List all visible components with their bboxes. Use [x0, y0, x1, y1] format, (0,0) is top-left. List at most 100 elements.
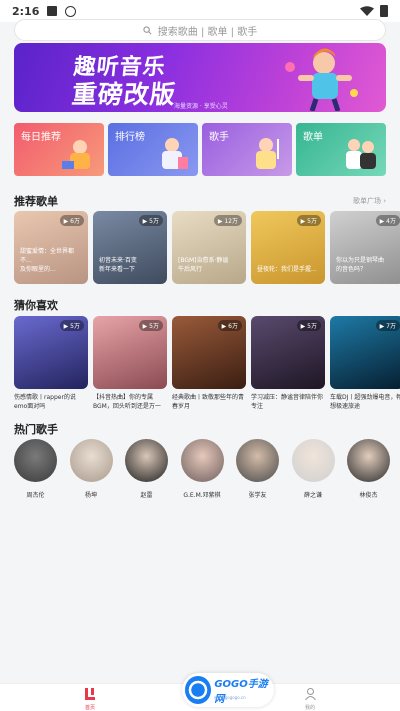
playlist-title: 昼夜轮：我们是手握...	[257, 266, 317, 273]
singer-item[interactable]: 杨坤	[69, 439, 113, 499]
playlist-card[interactable]: ▶ 6万 经典歌曲丨致敬那些年的青春岁月	[172, 316, 246, 411]
play-count: ▶ 4万	[375, 215, 400, 226]
play-count: ▶ 12万	[213, 215, 242, 226]
playlist-card[interactable]: ▶ 5万 伤感情歌丨rapper的说emo面对吗	[14, 316, 88, 411]
home-icon	[85, 688, 95, 700]
playlist-title: 伤感情歌丨rapper的说emo面对吗	[14, 394, 76, 410]
singer-item[interactable]: 赵雷	[125, 439, 168, 499]
category-label: 歌单	[303, 132, 323, 143]
playlist-subtitle: 午后风行	[178, 266, 203, 273]
playlist-card[interactable]: ▶ 7万 车载DJ丨超强劲爆电音，畅想极速旅途	[330, 316, 400, 411]
playlist-cover: ▶ 6万	[172, 316, 246, 389]
play-count: ▶ 5万	[59, 320, 84, 331]
notification-icon	[47, 6, 58, 16]
singer-name: 张学友	[248, 492, 267, 499]
banner-subtitle: 海量资源 · 享受心灵	[174, 103, 228, 110]
playlist-card[interactable]: ▶ 5万 昼夜轮：我们是手握...	[251, 211, 325, 284]
play-count: ▶ 5万	[138, 215, 163, 226]
playlist-cover: ▶ 5万	[14, 316, 88, 389]
user-icon	[304, 688, 316, 701]
search-input[interactable]: 搜索歌曲 | 歌单 | 歌手	[14, 19, 386, 41]
singer-item[interactable]: 张学友	[236, 439, 279, 499]
playlist-title: 你以为只是钢琴曲	[336, 257, 385, 264]
promo-banner[interactable]: 趣听音乐 重磅改版 海量资源 · 享受心灵	[14, 43, 386, 112]
wifi-icon	[360, 6, 374, 16]
playlist-card[interactable]: ▶ 6万 甜蜜爱情：全世界都不... 及你眼里的...	[14, 211, 88, 284]
avatar	[125, 439, 168, 482]
watermark-text: GOGO手游网	[214, 679, 268, 705]
playlist-cover: ▶ 5万 初音未来·百变 新年来看一下	[93, 211, 167, 284]
category-daily-recommend[interactable]: 每日推荐	[14, 123, 104, 176]
playlists-illustration	[346, 139, 376, 169]
playlist-title: 车载DJ丨超强劲爆电音，畅想极速旅途	[330, 394, 400, 410]
nav-mine[interactable]: 我的	[295, 688, 325, 711]
play-count: ▶ 7万	[375, 320, 400, 331]
singer-name: 周杰伦	[26, 492, 45, 499]
playlist-title: 甜蜜爱情：全世界都不...	[20, 248, 75, 264]
playlist-card[interactable]: ▶ 5万 初音未来·百变 新年来看一下	[93, 211, 167, 284]
search-icon	[143, 25, 152, 34]
watermark-url: www.gogogo.cn	[214, 695, 246, 700]
playlist-cover: ▶ 5万 昼夜轮：我们是手握...	[251, 211, 325, 284]
avatar	[180, 439, 224, 482]
singer-name: G.E.M.邓紫棋	[183, 492, 221, 499]
singer-item[interactable]: 林俊杰	[347, 439, 390, 499]
singers-illustration	[256, 138, 279, 169]
avatar	[236, 439, 279, 482]
singer-item[interactable]: G.E.M.邓紫棋	[180, 439, 224, 499]
avatar	[291, 439, 335, 482]
playlist-subtitle: 及你眼里的...	[20, 266, 56, 273]
app-status-icon	[65, 5, 77, 17]
play-count: ▶ 5万	[296, 320, 321, 331]
recommended-section-title: 推荐歌单	[14, 195, 58, 208]
banner-character-illustration	[285, 48, 358, 111]
playlist-title: 经典歌曲丨致敬那些年的青春岁月	[172, 394, 245, 410]
daily-illustration	[62, 140, 90, 169]
avatar	[14, 439, 57, 482]
playlist-cover: ▶ 6万 甜蜜爱情：全世界都不... 及你眼里的...	[14, 211, 88, 284]
playlist-square-link[interactable]: 歌单广场 ›	[353, 196, 386, 206]
playlist-cover: ▶ 5万	[93, 316, 167, 389]
playlist-cover: ▶ 4万 你以为只是钢琴曲 的音色吗？	[330, 211, 400, 284]
singer-name: 杨坤	[84, 492, 97, 499]
singer-row: 周杰伦 杨坤 赵雷 G.E.M.邓紫棋 张学友 薛之谦 林俊杰	[14, 439, 390, 499]
playlist-title: [BGM]治愈系·静谧	[178, 257, 229, 264]
category-label: 每日推荐	[21, 132, 61, 143]
search-placeholder: 搜索歌曲 | 歌单 | 歌手	[157, 26, 258, 38]
nav-home[interactable]: 首页	[75, 688, 105, 711]
playlist-title: 初音未来·百变	[99, 257, 137, 264]
play-count: ▶ 5万	[138, 320, 163, 331]
playlist-cover: ▶ 5万	[251, 316, 325, 389]
playlist-subtitle: 的音色吗？	[336, 266, 367, 273]
play-count: ▶ 6万	[59, 215, 84, 226]
guess-playlist-row: ▶ 5万 伤感情歌丨rapper的说emo面对吗 ▶ 5万 【抖音热曲】你的专属…	[14, 316, 400, 411]
singer-name: 林俊杰	[359, 492, 378, 499]
playlist-card[interactable]: ▶ 5万 学习减压：静谧音律陪伴你专注	[251, 316, 325, 411]
singer-name: 薛之谦	[303, 492, 322, 499]
play-count: ▶ 5万	[296, 215, 321, 226]
recommended-playlist-row: ▶ 6万 甜蜜爱情：全世界都不... 及你眼里的... ▶ 5万 初音未来·百变新…	[14, 211, 400, 284]
avatar	[69, 439, 113, 482]
play-count: ▶ 6万	[217, 320, 242, 331]
category-singers[interactable]: 歌手	[202, 123, 292, 176]
category-row: 每日推荐 排行榜 歌手 歌单	[14, 123, 386, 176]
singer-name: 赵雷	[140, 492, 153, 499]
category-playlists[interactable]: 歌单	[296, 123, 386, 176]
playlist-title: 【抖音热曲】你的专属BGM，回头听到还是万一	[93, 394, 161, 410]
playlist-card[interactable]: ▶ 5万 【抖音热曲】你的专属BGM，回头听到还是万一	[93, 316, 167, 411]
battery-icon	[380, 5, 388, 17]
singers-section-title: 热门歌手	[14, 423, 58, 436]
charts-illustration	[162, 138, 188, 169]
nav-home-label: 首页	[84, 705, 95, 711]
site-watermark-logo: GOGO手游网 www.gogogo.cn	[182, 673, 274, 707]
category-charts[interactable]: 排行榜	[108, 123, 198, 176]
guess-section-title: 猜你喜欢	[14, 299, 58, 312]
status-time: 2:16	[12, 4, 40, 18]
playlist-cover: ▶ 7万	[330, 316, 400, 389]
playlist-card[interactable]: ▶ 4万 你以为只是钢琴曲 的音色吗？	[330, 211, 400, 284]
playlist-card[interactable]: ▶ 12万 [BGM]治愈系·静谧 午后风行	[172, 211, 246, 284]
singer-item[interactable]: 薛之谦	[291, 439, 335, 499]
watermark-logo-icon	[185, 676, 212, 704]
singer-item[interactable]: 周杰伦	[14, 439, 57, 499]
nav-mine-label: 我的	[304, 705, 315, 711]
